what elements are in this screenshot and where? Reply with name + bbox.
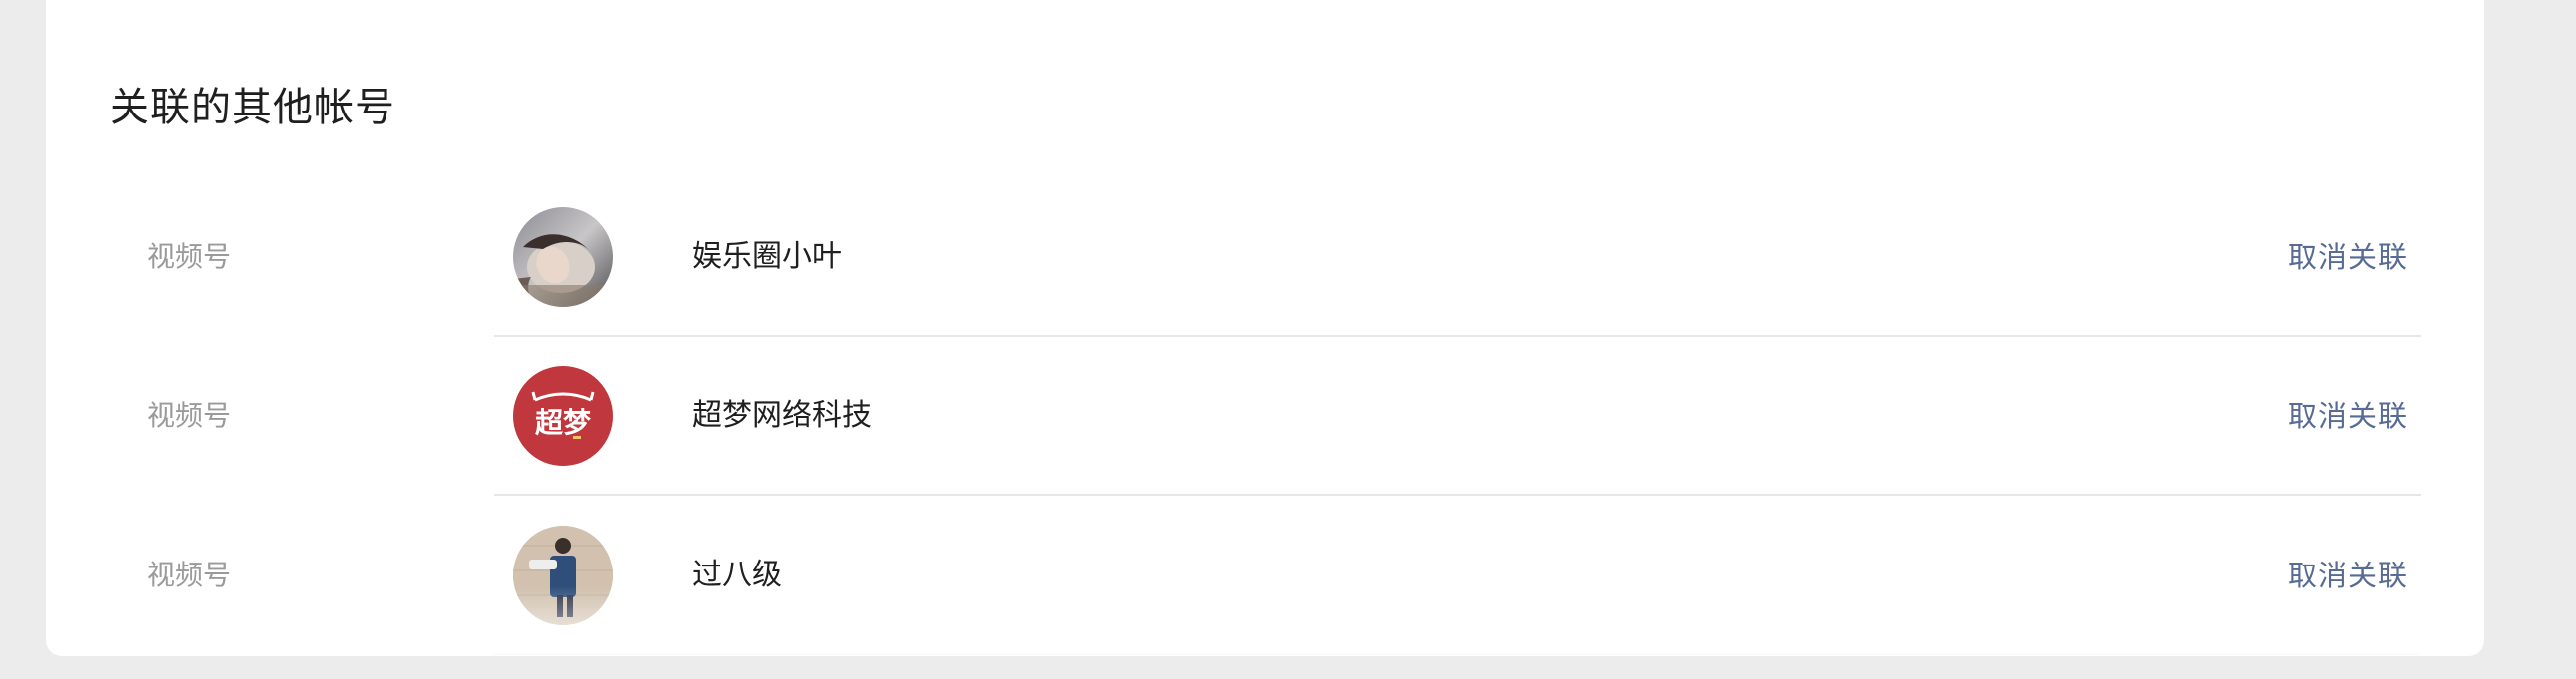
account-name: 娱乐圈小叶	[692, 239, 842, 274]
unlink-button[interactable]: 取消关联	[2288, 496, 2408, 655]
linked-accounts-list: 视频号 娱乐圈小叶 取消关联 视频号 超梦 超梦网络科技 取消关联 视频号 过八…	[46, 177, 2484, 655]
portrait-photo-icon	[513, 207, 613, 307]
chaomeng-logo-icon: 超梦	[513, 366, 613, 466]
account-type-label: 视频号	[147, 399, 232, 432]
linked-accounts-card: 关联的其他帐号 视频号 娱乐圈小叶 取消关联 视频号 超梦 超梦网络科技 取消关…	[46, 0, 2484, 656]
account-type-label: 视频号	[147, 559, 232, 591]
avatar-image	[513, 526, 613, 625]
account-row: 视频号 超梦 超梦网络科技 取消关联	[46, 337, 2484, 496]
account-row: 视频号 过八级 取消关联	[46, 496, 2484, 655]
unlink-button[interactable]: 取消关联	[2288, 177, 2408, 337]
section-title: 关联的其他帐号	[110, 85, 395, 130]
account-row: 视频号 娱乐圈小叶 取消关联	[46, 177, 2484, 337]
avatar-image: 超梦	[513, 366, 613, 466]
avatar-logo-text: 超梦	[535, 406, 592, 439]
account-name: 过八级	[692, 558, 782, 592]
child-photo-icon	[513, 526, 613, 625]
account-name: 超梦网络科技	[692, 398, 872, 433]
unlink-button[interactable]: 取消关联	[2288, 337, 2408, 496]
avatar-image	[513, 207, 613, 307]
account-type-label: 视频号	[147, 240, 232, 273]
